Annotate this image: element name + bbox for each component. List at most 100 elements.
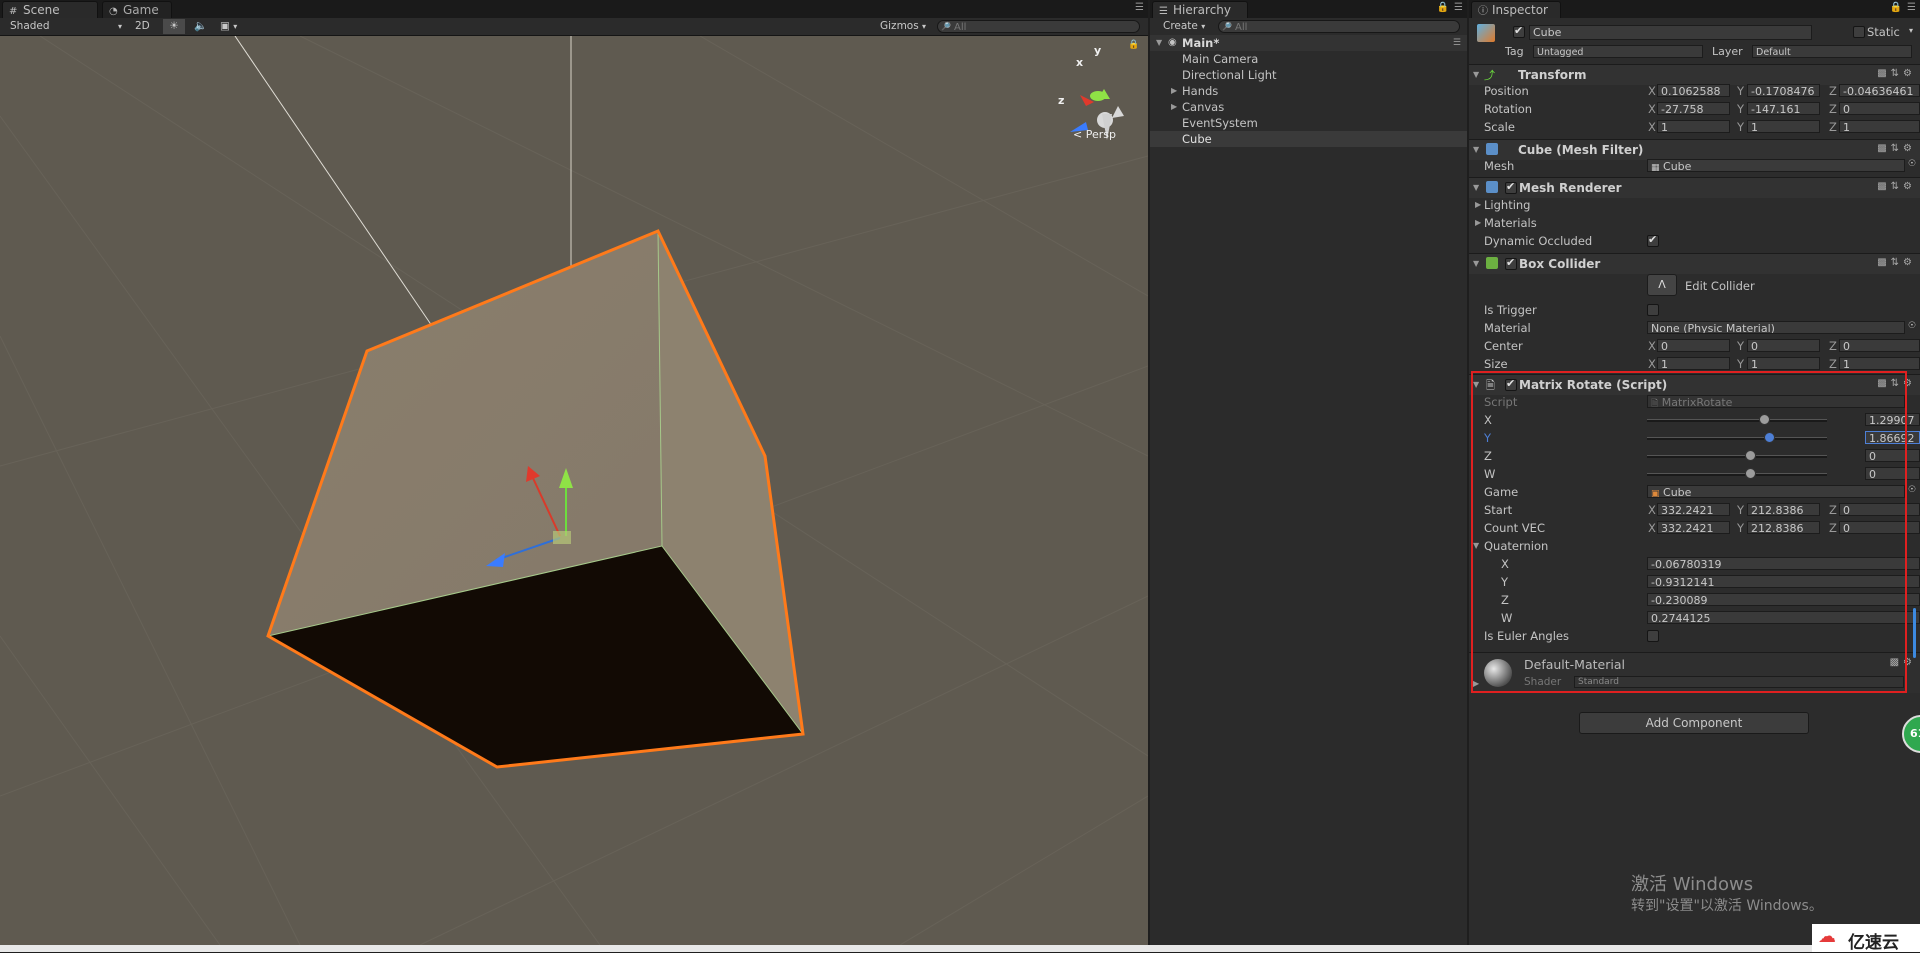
axis-z-label: Z — [1829, 84, 1837, 98]
hierarchy-lock-icon[interactable]: 🔒 — [1437, 2, 1449, 13]
axis-z-label: Z — [1829, 339, 1837, 353]
axis-y-label: Y — [1737, 102, 1745, 116]
scene-menu-icon[interactable]: ☰ — [1453, 35, 1461, 51]
cube-object-icon — [1477, 24, 1495, 42]
hierarchy-item[interactable]: Directional Light — [1150, 67, 1467, 83]
hierarchy-menu-icon[interactable]: ☰ — [1454, 2, 1463, 13]
hierarchy-toolbar: Create ▾ All — [1150, 18, 1467, 36]
edit-collider-label: Edit Collider — [1685, 279, 1755, 293]
box-collider-header[interactable]: ▼ Box Collider ▩⇅⚙ — [1469, 253, 1920, 274]
is-trigger-checkbox[interactable] — [1647, 304, 1659, 316]
mesh-filter-header[interactable]: ▼ Cube (Mesh Filter) ▩⇅⚙ — [1469, 139, 1920, 160]
center-y-field[interactable]: 0 — [1747, 339, 1820, 352]
lock-icon[interactable]: 🔒 — [1128, 40, 1139, 50]
mesh-renderer-header[interactable]: ▼ Mesh Renderer ▩⇅⚙ — [1469, 177, 1920, 198]
scene-viewport[interactable]: y x z 🔒 < Persp — [0, 36, 1148, 945]
scale-z-field[interactable]: 1 — [1839, 120, 1920, 133]
toggle-2d-button[interactable]: 2D — [135, 19, 150, 34]
dynamic-occluded-checkbox[interactable] — [1647, 233, 1659, 247]
scene-root-row[interactable]: ▼ ◉ Main* ☰ — [1150, 35, 1467, 51]
component-settings-icons[interactable]: ▩⇅⚙ — [1877, 68, 1916, 79]
axis-z-label: Z — [1829, 102, 1837, 116]
layer-dropdown[interactable]: Default — [1752, 45, 1912, 58]
collapsed-triangle-icon[interactable]: ▶ — [1475, 218, 1481, 227]
scene-toolbar: Shaded ▾ 2D ☀ 🔈 ▣ ▾ Gizmos ▾ All — [0, 18, 1148, 36]
inspector-lock-icon[interactable]: 🔒 — [1890, 2, 1902, 13]
materials-foldout[interactable]: Materials — [1484, 216, 1537, 230]
mesh-object-field[interactable]: ▦ Cube — [1647, 159, 1905, 172]
edit-bounds-icon: Λ — [1658, 278, 1666, 291]
hierarchy-item[interactable]: Main Camera — [1150, 51, 1467, 67]
active-checkbox[interactable] — [1513, 24, 1525, 38]
position-z-field[interactable]: -0.04636461 — [1839, 84, 1920, 97]
transform-header[interactable]: ▼ ⤴ Transform ▩⇅⚙ — [1469, 64, 1920, 85]
create-dropdown[interactable]: Create ▾ — [1163, 19, 1205, 34]
position-x-field[interactable]: 0.1062588 — [1657, 84, 1730, 97]
hierarchy-search-input[interactable]: All — [1218, 20, 1460, 33]
object-name-field[interactable]: Cube — [1529, 25, 1812, 40]
size-x-field[interactable]: 1 — [1657, 357, 1730, 370]
hierarchy-item[interactable]: ▶ Canvas — [1150, 99, 1467, 115]
edit-collider-button[interactable]: Λ — [1647, 274, 1677, 296]
activate-windows-title: 激活 Windows — [1631, 874, 1754, 895]
scrollbar-thumb[interactable] — [1913, 608, 1916, 658]
gizmo-z-label: z — [1058, 94, 1065, 107]
size-y-field[interactable]: 1 — [1747, 357, 1820, 370]
gizmos-dropdown[interactable]: Gizmos ▾ — [880, 19, 926, 34]
scene-panel-menu-icon[interactable]: ☰ — [1135, 2, 1144, 13]
axis-y-label: Y — [1737, 120, 1745, 134]
hierarchy-item-selected[interactable]: Cube — [1150, 131, 1467, 147]
expanded-triangle-icon: ▼ — [1473, 70, 1480, 79]
effects-dropdown[interactable]: ▣ ▾ — [220, 19, 237, 34]
scale-x-field[interactable]: 1 — [1657, 120, 1730, 133]
object-picker-icon[interactable]: ☉ — [1908, 485, 1916, 495]
hierarchy-item[interactable]: ▶ Hands — [1150, 83, 1467, 99]
static-checkbox[interactable] — [1853, 26, 1865, 38]
rotation-y-field[interactable]: -147.161 — [1747, 102, 1820, 115]
component-settings-icons[interactable]: ▩⇅⚙ — [1877, 257, 1916, 268]
hierarchy-item[interactable]: EventSystem — [1150, 115, 1467, 131]
unity-scene-icon: ◉ — [1168, 37, 1177, 48]
add-component-button[interactable]: Add Component — [1579, 712, 1809, 734]
rotation-z-field[interactable]: 0 — [1839, 102, 1920, 115]
position-y-field[interactable]: -0.1708476 — [1747, 84, 1820, 97]
component-settings-icons[interactable]: ▩⇅⚙ — [1877, 143, 1916, 154]
chevron-down-icon[interactable]: ▾ — [1909, 26, 1913, 35]
is-trigger-label: Is Trigger — [1484, 303, 1537, 317]
axis-x-label: X — [1648, 357, 1656, 371]
tab-inspector[interactable]: ⓘ Inspector — [1471, 1, 1561, 18]
scene-lighting-toggle[interactable]: ☀ — [163, 19, 185, 34]
scrollbar-track[interactable] — [1912, 598, 1917, 678]
object-picker-icon[interactable]: ☉ — [1908, 159, 1916, 169]
expanded-triangle-icon: ▼ — [1473, 145, 1480, 154]
scene-search-input[interactable]: All — [937, 20, 1140, 33]
collapsed-triangle-icon[interactable]: ▶ — [1475, 200, 1481, 209]
box-collider-enabled-checkbox[interactable] — [1505, 256, 1517, 270]
collider-material-label: Material — [1484, 321, 1531, 335]
size-z-field[interactable]: 1 — [1839, 357, 1920, 370]
audio-toggle[interactable]: 🔈 — [194, 19, 207, 34]
expanded-triangle-icon: ▼ — [1473, 259, 1480, 268]
rotation-x-field[interactable]: -27.758 — [1657, 102, 1730, 115]
object-picker-icon[interactable]: ☉ — [1908, 321, 1916, 331]
hierarchy-tabstrip: ☰ Hierarchy 🔒 ☰ — [1150, 0, 1467, 19]
lighting-foldout[interactable]: Lighting — [1484, 198, 1530, 212]
tab-hierarchy[interactable]: ☰ Hierarchy — [1152, 1, 1248, 18]
center-x-field[interactable]: 0 — [1657, 339, 1730, 352]
scale-y-field[interactable]: 1 — [1747, 120, 1820, 133]
mesh-renderer-enabled-checkbox[interactable] — [1505, 180, 1517, 194]
collapsed-triangle-icon[interactable]: ▶ — [1171, 99, 1177, 115]
collapsed-triangle-icon[interactable]: ▶ — [1171, 83, 1177, 99]
axis-z-label: Z — [1829, 357, 1837, 371]
tab-scene[interactable]: # Scene — [2, 1, 98, 18]
component-settings-icons[interactable]: ▩⇅⚙ — [1877, 181, 1916, 192]
center-z-field[interactable]: 0 — [1839, 339, 1920, 352]
tab-game[interactable]: ◔ Game — [102, 1, 172, 18]
collider-material-field[interactable]: None (Physic Material) — [1647, 321, 1905, 334]
inspector-menu-icon[interactable]: ☰ — [1907, 2, 1916, 13]
shading-mode-dropdown[interactable]: Shaded ▾ — [10, 19, 122, 34]
hierarchy-panel: Create ▾ All ▼ ◉ Main* ☰ Main Camera Dir… — [1150, 18, 1467, 945]
tag-dropdown[interactable]: Untagged — [1533, 45, 1703, 58]
persp-toggle[interactable]: < Persp — [1073, 128, 1116, 141]
layer-label: Layer — [1712, 45, 1743, 58]
